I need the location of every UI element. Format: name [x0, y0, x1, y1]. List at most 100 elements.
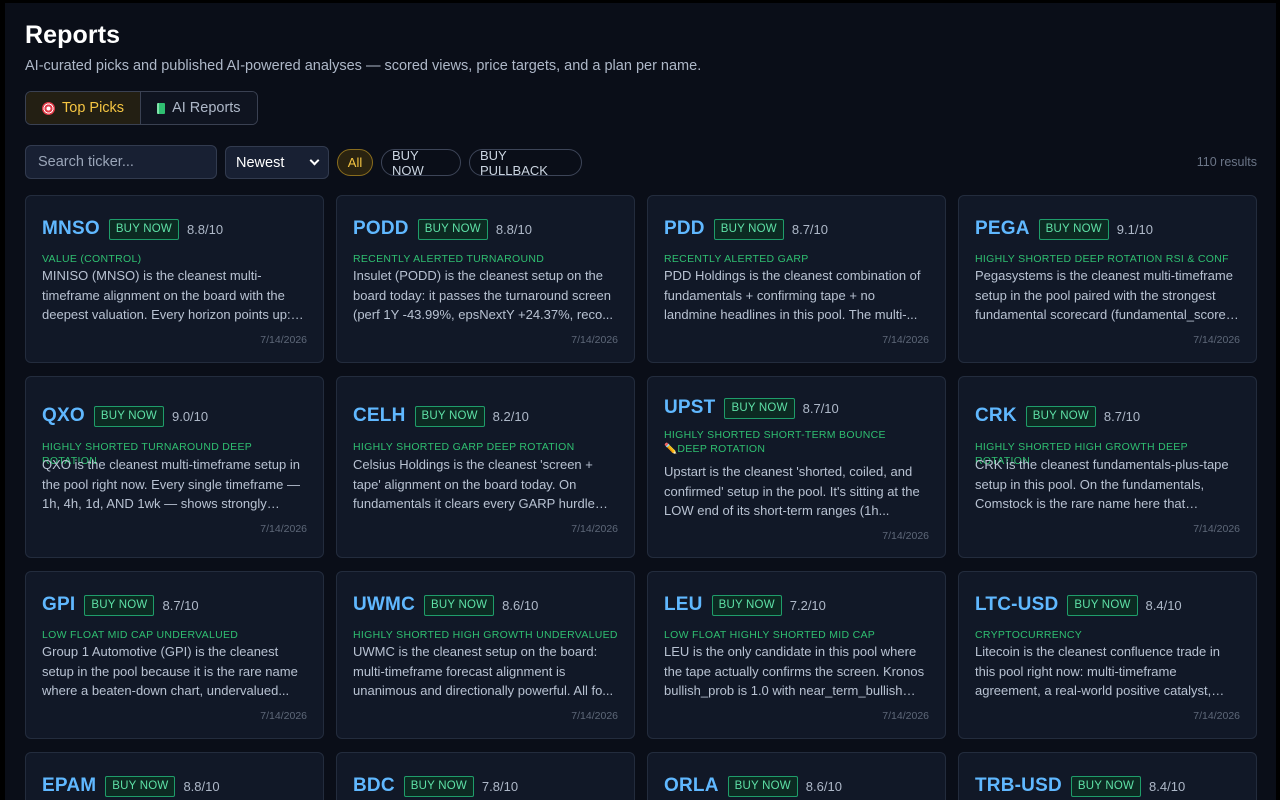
score: 8.6/10: [805, 778, 842, 794]
pick-card[interactable]: QXO BUY NOW 9.0/10 HIGHLY SHORTED TURNAROUN…: [25, 376, 324, 558]
filter-buy-pullback[interactable]: BUY PULLBACK: [469, 148, 582, 178]
ticker-symbol[interactable]: PEGA: [975, 218, 1030, 240]
signal-badge: BUY NOW: [424, 594, 495, 616]
card-header: TRB-USD BUY NOW 8.4/10: [975, 775, 1185, 797]
pick-card[interactable]: UPST BUY NOW 8.7/10 HIGHLY SHORTED SHORT-TE…: [647, 376, 946, 558]
card-summary: UWMC is the cleanest setup on the board:…: [353, 644, 614, 698]
ticker-symbol[interactable]: GPI: [42, 594, 75, 616]
card-date: 7/14/2026: [882, 530, 929, 542]
score: 7.2/10: [789, 597, 826, 613]
score: 8.6/10: [502, 597, 539, 613]
filter-all[interactable]: All: [337, 149, 373, 176]
ticker-symbol[interactable]: TRB-USD: [975, 775, 1062, 797]
signal-badge: BUY NOW: [727, 775, 798, 797]
pick-card[interactable]: CELH BUY NOW 8.2/10 HIGHLY SHORTED GARP DEE…: [336, 376, 635, 558]
card-header: UPST BUY NOW 8.7/10: [664, 397, 839, 419]
card-header: LTC-USD BUY NOW 8.4/10: [975, 594, 1182, 616]
ticker-symbol[interactable]: ORLA: [664, 775, 719, 797]
card-summary: QXO is the cleanest multi-timeframe setu…: [42, 457, 300, 511]
tab-top-picks[interactable]: Top Picks: [26, 92, 141, 124]
pick-card[interactable]: LTC-USD BUY NOW 8.4/10 CRYPTOCURRENCY Liteco…: [958, 571, 1257, 739]
pick-card[interactable]: CRK BUY NOW 8.7/10 HIGHLY SHORTED HIGH GROW…: [958, 376, 1257, 558]
ticker-symbol[interactable]: QXO: [42, 405, 85, 427]
card-header: QXO BUY NOW 9.0/10: [42, 405, 208, 427]
ticker-symbol[interactable]: UPST: [664, 397, 715, 419]
ticker-symbol[interactable]: MNSO: [42, 218, 100, 240]
ticker-symbol[interactable]: EPAM: [42, 775, 96, 797]
pick-card[interactable]: PEGA BUY NOW 9.1/10 HIGHLY SHORTED DEEP ROT…: [958, 195, 1257, 363]
card-date: 7/14/2026: [882, 710, 929, 722]
tab-label: AI Reports: [172, 100, 241, 116]
card-header: PEGA BUY NOW 9.1/10: [975, 218, 1153, 240]
signal-badge: BUY NOW: [105, 775, 176, 797]
card-header: CRK BUY NOW 8.7/10: [975, 405, 1140, 427]
ticker-symbol[interactable]: LEU: [664, 594, 703, 616]
score: 8.4/10: [1149, 778, 1186, 794]
card-header: ORLA BUY NOW 8.6/10: [664, 775, 842, 797]
strategy-tag: LOW FLOAT MID CAP UNDERVALUED: [42, 629, 239, 641]
ticker-symbol[interactable]: LTC-USD: [975, 594, 1058, 616]
card-summary: Pegasystems is the cleanest multi-timefr…: [975, 268, 1233, 322]
card-summary: PDD Holdings is the cleanest combination…: [664, 268, 921, 322]
results-count: 110 results: [1196, 155, 1257, 169]
search-input[interactable]: [25, 145, 217, 179]
ticker-symbol[interactable]: CRK: [975, 405, 1017, 427]
score: 8.8/10: [495, 221, 532, 237]
tab-ai-reports[interactable]: AI Reports: [140, 92, 257, 124]
card-summary: MINISO (MNSO) is the cleanest multi-time…: [42, 268, 291, 322]
signal-badge: BUY NOW: [1038, 218, 1109, 240]
filter-bar: Newest All BUY NOW BUY PULLBACK 110 resu…: [25, 145, 1257, 179]
sort-select[interactable]: Newest: [225, 146, 329, 179]
card-summary: LEU is the only candidate in this pool w…: [664, 644, 925, 698]
pick-card[interactable]: BDC BUY NOW 7.8/10: [336, 752, 635, 800]
chevron-down-icon: [309, 155, 320, 166]
strategy-tag: LOW FLOAT HIGHLY SHORTED MID CAP: [664, 629, 876, 641]
tab-label: Top Picks: [62, 100, 125, 116]
signal-badge: BUY NOW: [1067, 594, 1138, 616]
pick-card[interactable]: GPI BUY NOW 8.7/10 LOW FLOAT MID CAP UNDERV…: [25, 571, 324, 739]
signal-badge: BUY NOW: [108, 218, 179, 240]
pick-card[interactable]: TRB-USD BUY NOW 8.4/10: [958, 752, 1257, 800]
card-header: LEU BUY NOW 7.2/10: [664, 594, 826, 616]
card-header: UWMC BUY NOW 8.6/10: [353, 594, 538, 616]
target-icon: [42, 101, 55, 115]
ticker-symbol[interactable]: CELH: [353, 405, 406, 427]
view-tabs: Top Picks AI Reports: [25, 91, 258, 125]
book-icon: [157, 102, 166, 114]
signal-badge: BUY NOW: [1070, 775, 1142, 797]
pick-card[interactable]: EPAM BUY NOW 8.8/10: [25, 752, 324, 800]
card-date: 7/14/2026: [1193, 334, 1240, 346]
pick-card[interactable]: ORLA BUY NOW 8.6/10: [647, 752, 946, 800]
ticker-symbol[interactable]: BDC: [353, 775, 395, 797]
card-header: PDD BUY NOW 8.7/10: [664, 218, 828, 240]
card-header: MNSO BUY NOW 8.8/10: [42, 218, 223, 240]
card-summary: CRK is the cleanest fundamentals-plus-ta…: [975, 457, 1229, 511]
score: 8.7/10: [802, 400, 839, 416]
pick-card[interactable]: UWMC BUY NOW 8.6/10 HIGHLY SHORTED HIGH GRO…: [336, 571, 635, 739]
filter-buy-now[interactable]: BUY NOW: [381, 148, 461, 178]
card-date: 7/14/2026: [882, 334, 929, 346]
score: 9.0/10: [171, 408, 209, 424]
pick-card[interactable]: PDD BUY NOW 8.7/10 RECENTLY ALERTED GARP PDD…: [647, 195, 946, 363]
strategy-tag: HIGHLY SHORTED HIGH GROWTH UNDERVALUED: [353, 629, 618, 641]
signal-badge: BUY NOW: [93, 405, 164, 427]
score: 8.2/10: [492, 408, 529, 424]
ticker-symbol[interactable]: PDD: [664, 218, 705, 240]
card-date: 7/14/2026: [260, 334, 307, 346]
score: 8.8/10: [186, 221, 224, 237]
pick-card[interactable]: MNSO BUY NOW 8.8/10 VALUE (CONTROL) MINISO (…: [25, 195, 324, 363]
card-header: PODD BUY NOW 8.8/10: [353, 218, 532, 240]
card-summary: Upstart is the cleanest 'shorted, coiled…: [664, 464, 920, 518]
pick-card[interactable]: PODD BUY NOW 8.8/10 RECENTLY ALERTED TURNAR…: [336, 195, 635, 363]
card-date: 7/14/2026: [571, 523, 618, 535]
strategy-tag: RECENTLY ALERTED GARP: [664, 253, 809, 265]
pick-card[interactable]: LEU BUY NOW 7.2/10 LOW FLOAT HIGHLY SHORTED…: [647, 571, 946, 739]
score: 8.7/10: [162, 597, 199, 613]
ticker-symbol[interactable]: PODD: [353, 218, 409, 240]
strategy-tag: HIGHLY SHORTED DEEP ROTATION RSI & CONF: [975, 253, 1229, 265]
signal-badge: BUY NOW: [403, 775, 474, 797]
signal-badge: BUY NOW: [414, 405, 485, 427]
score: 7.8/10: [481, 778, 519, 794]
signal-badge: BUY NOW: [84, 594, 155, 616]
ticker-symbol[interactable]: UWMC: [353, 594, 415, 616]
